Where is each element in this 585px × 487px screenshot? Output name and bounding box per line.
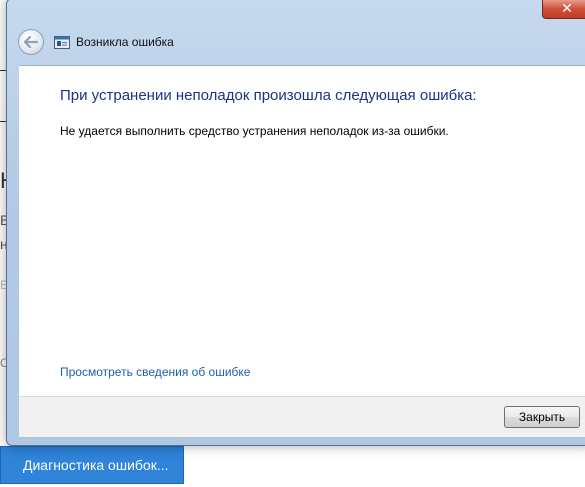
dialog-footer: Закрыть	[19, 396, 585, 437]
view-error-details-link[interactable]: Просмотреть сведения об ошибке	[60, 365, 250, 379]
dialog-title: Возникла ошибка	[76, 35, 174, 49]
window-close-button[interactable]: ✕	[542, 0, 585, 19]
back-button[interactable]	[18, 29, 44, 55]
dialog-titlebar: Возникла ошибка	[15, 25, 575, 59]
error-heading: При устранении неполадок произошла следу…	[60, 87, 477, 104]
diagnose-errors-label: Диагностика ошибок...	[23, 457, 169, 473]
dialog-content: При устранении неполадок произошла следу…	[19, 65, 585, 396]
error-message: Не удается выполнить средство устранения…	[60, 124, 449, 138]
close-button[interactable]: Закрыть	[504, 406, 580, 428]
error-dialog: ✕ Возникла ошибка При устранении неполад…	[6, 0, 585, 446]
diagnose-errors-button[interactable]: Диагностика ошибок...	[0, 446, 184, 484]
back-arrow-icon	[24, 36, 38, 48]
troubleshooter-app-icon	[54, 35, 70, 49]
window-close-icon: ✕	[561, 0, 573, 17]
close-button-label: Закрыть	[518, 410, 566, 424]
